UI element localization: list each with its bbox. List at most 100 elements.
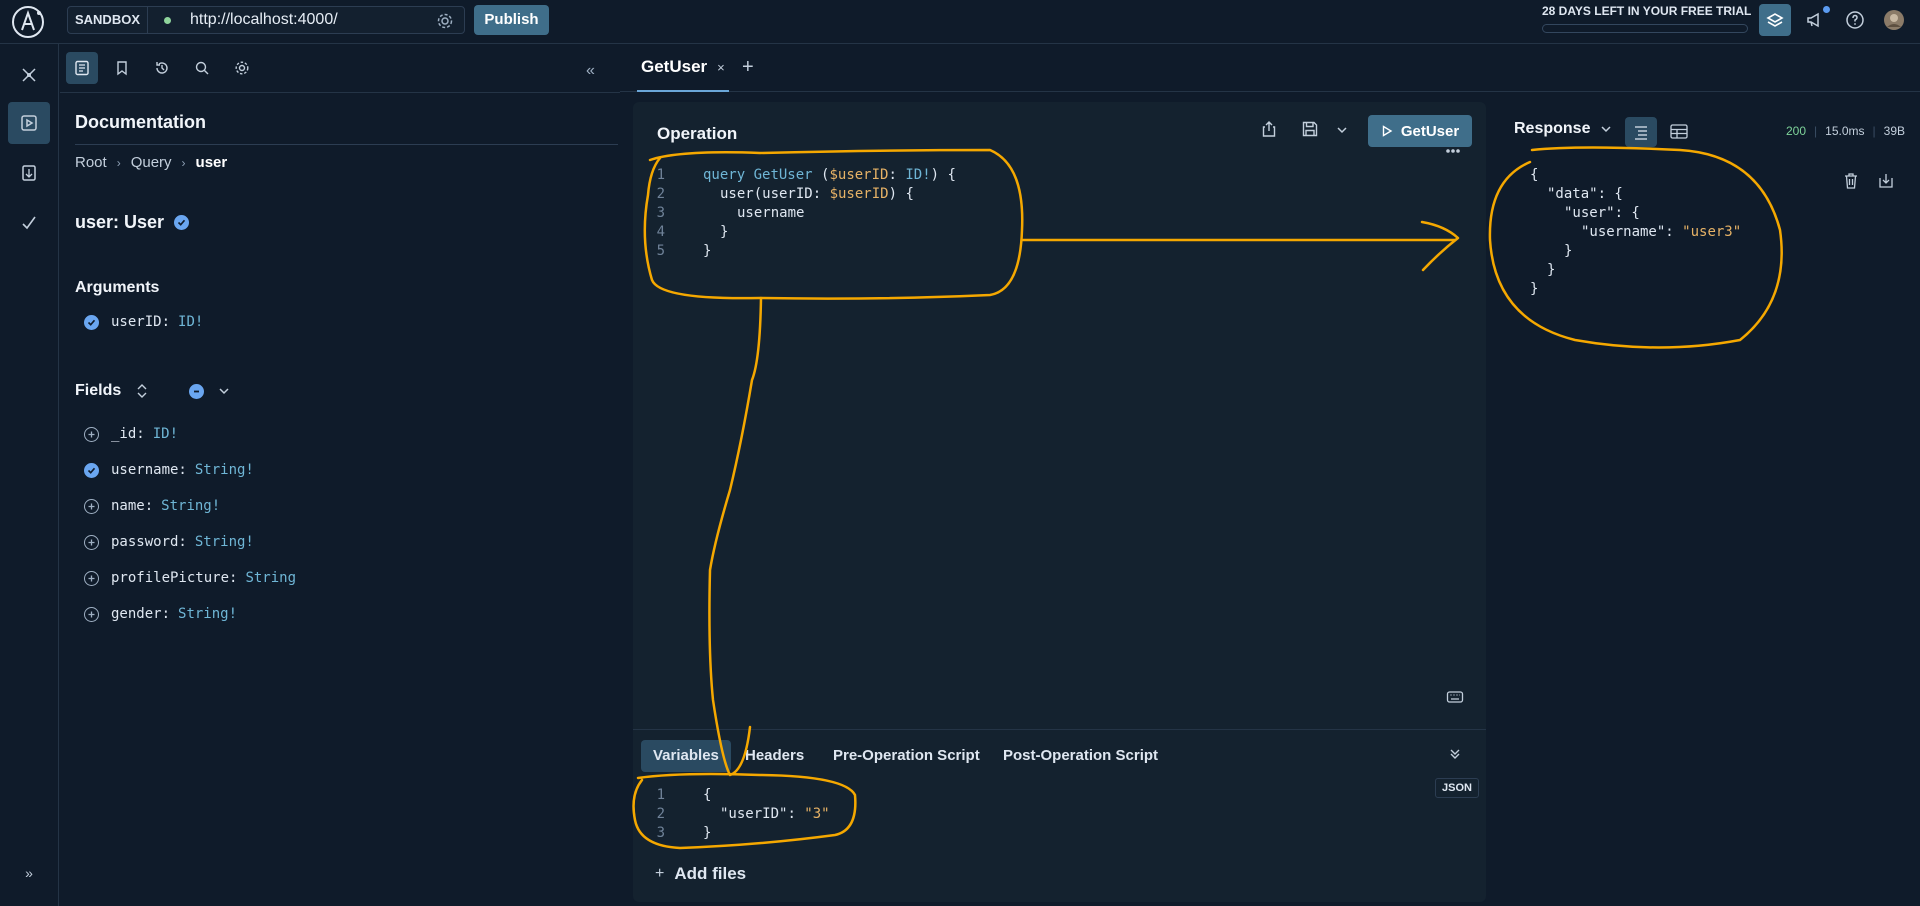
deselect-all-icon[interactable] [189,383,205,399]
tab-label: GetUser [641,57,708,76]
operation-editor[interactable]: 1 2 3 4 5 query GetUser ($userID: ID!) {… [633,166,1486,266]
operation-tabs: GetUser × + [620,44,1920,92]
rail-schema[interactable] [8,54,50,96]
add-field-icon[interactable] [84,606,99,622]
tab-variables[interactable]: Variables [641,740,731,772]
table-view-icon[interactable] [1668,121,1690,143]
field-row[interactable]: username: String! [84,460,254,480]
add-files-button[interactable]: + Add files [655,864,746,884]
tab-post-operation-script[interactable]: Post-Operation Script [991,740,1170,772]
divider [60,92,620,93]
document-icon [22,165,36,181]
search-button[interactable] [186,52,218,84]
add-field-icon[interactable] [84,426,99,442]
code-keyword: query [703,167,746,183]
avatar[interactable] [1882,8,1906,32]
line-number: 5 [656,243,665,259]
rail-checks[interactable] [8,202,50,244]
history-button[interactable] [146,52,178,84]
fields-heading: Fields [75,382,122,399]
tab-pre-operation-script[interactable]: Pre-Operation Script [821,740,992,772]
more-options-icon[interactable] [1445,148,1461,154]
argument-type[interactable]: ID! [178,314,203,330]
gear-icon[interactable] [436,12,454,30]
field-row[interactable]: gender: String! [84,604,237,624]
tab-headers[interactable]: Headers [733,740,816,772]
field-name: password: [111,534,187,550]
add-tab-icon[interactable]: + [742,56,754,79]
add-field-icon[interactable] [84,570,99,586]
breadcrumb-query[interactable]: Query [131,154,172,171]
code-variable: $userID [829,186,889,202]
field-name: name: [111,498,154,514]
play-square-icon [21,115,37,131]
publish-button[interactable]: Publish [474,5,549,35]
breadcrumb-current: user [195,154,228,171]
field-row[interactable]: _id: ID! [84,424,178,444]
docs-toolbar: « [66,52,620,88]
line-number: 4 [656,224,665,240]
code-field: username [737,205,805,221]
connection-status-dot [164,17,171,24]
save-icon[interactable] [1301,120,1319,138]
endpoint-input[interactable]: http://localhost:4000/ [190,7,338,33]
collapse-chevrons-icon[interactable] [1449,748,1461,760]
keyboard-shortcuts-icon[interactable] [1446,690,1464,704]
selected-check-icon[interactable] [174,215,190,230]
chevron-down-icon[interactable] [218,385,230,397]
breadcrumb: Root › Query › user [75,154,227,171]
tab-getuser[interactable]: GetUser × [637,44,729,92]
field-type[interactable]: String! [195,462,254,478]
operation-title: Operation [657,124,738,143]
variables-editor[interactable]: 1 2 3 { "userID": "3" } [633,786,1486,846]
bookmark-button[interactable] [106,52,138,84]
field-type[interactable]: String! [195,534,254,550]
field-type[interactable]: String! [178,606,237,622]
field-type[interactable]: String [245,570,296,586]
bookmark-icon [117,61,127,76]
rail-collections[interactable] [8,152,50,194]
field-row[interactable]: name: String! [84,496,220,516]
json-view-button[interactable] [1625,117,1657,147]
run-operation-button[interactable]: GetUser [1368,115,1472,147]
response-dropdown[interactable]: Response [1514,120,1612,138]
rail-expand[interactable]: » [8,852,50,894]
collapse-panel-icon[interactable]: « [586,62,595,80]
field-type[interactable]: String! [161,498,220,514]
list-view-icon [1635,126,1647,140]
breadcrumb-root[interactable]: Root [75,154,107,171]
add-field-icon[interactable] [84,498,99,514]
code-line: } [703,824,711,843]
code-text: : [1665,224,1683,240]
help-icon[interactable] [1843,8,1867,32]
add-field-icon[interactable] [84,534,99,550]
field-type[interactable]: ID! [153,426,178,442]
settings-button[interactable] [226,52,258,84]
code-text: ( [812,167,830,183]
layers-icon[interactable] [1759,4,1791,36]
argument-row[interactable]: userID: ID! [84,312,203,332]
response-viewer[interactable]: { "data": { "user": { "username": "user3… [1530,166,1910,306]
argument-name: userID: [111,314,171,330]
chevron-down-icon[interactable] [1336,124,1348,136]
rail-explorer[interactable] [8,102,50,144]
selected-check-icon[interactable] [84,314,99,330]
docs-tab-button[interactable] [66,52,98,84]
close-icon[interactable]: × [717,60,725,75]
field-name: profilePicture: [111,570,238,586]
response-size: 39B [1883,124,1905,138]
code-field: user(userID: [720,186,830,202]
arguments-heading: Arguments [75,279,160,296]
gear-icon [235,61,249,75]
field-row[interactable]: profilePicture: String [84,568,296,588]
selected-check-icon[interactable] [84,462,99,478]
sort-icon[interactable] [135,383,149,399]
code-variable: $userID [829,167,889,183]
apollo-logo-icon[interactable] [10,4,46,40]
share-icon[interactable] [1261,120,1277,138]
code-text: } [703,243,712,259]
chevron-right-icon: › [116,155,121,170]
field-row[interactable]: password: String! [84,532,254,552]
trial-notice[interactable]: 28 DAYS LEFT IN YOUR FREE TRIAL [1542,4,1751,18]
code-text: : [888,167,906,183]
